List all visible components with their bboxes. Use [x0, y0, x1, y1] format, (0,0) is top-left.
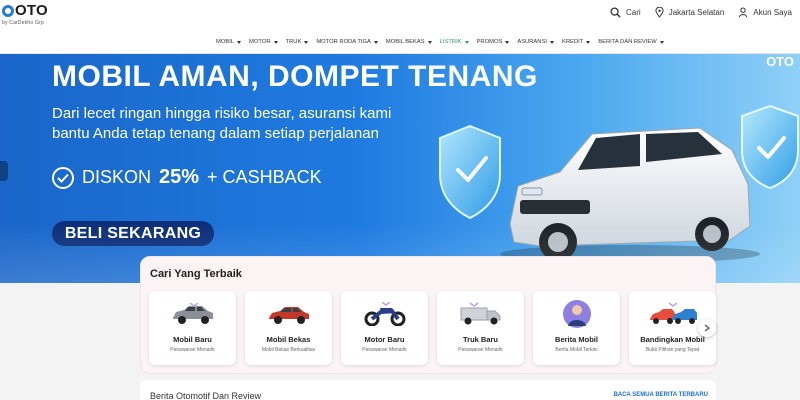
category-card-motor-baru[interactable]: Motor Baru Penawaran Menarik: [341, 291, 428, 365]
top-header: OTO by CarDekho Grp Cari Jakarta Selatan…: [0, 0, 800, 32]
header-actions: Cari Jakarta Selatan Akun Saya: [610, 7, 792, 18]
account-button[interactable]: Akun Saya: [738, 7, 792, 18]
category-name: Berita Mobil: [555, 335, 598, 344]
section-title: Cari Yang Terbaik: [150, 268, 242, 280]
banner-prev-button[interactable]: [0, 161, 8, 181]
category-name: Mobil Bekas: [266, 335, 311, 344]
news-section: Berita Otomotif Dan Review BACA SEMUA BE…: [140, 380, 716, 400]
user-icon: [739, 7, 748, 18]
discount-percent: 25%: [159, 166, 200, 188]
search-label: Cari: [626, 8, 641, 17]
chevron-down-icon: [505, 40, 510, 44]
location-pin-icon: [655, 7, 664, 18]
car-icon: [172, 303, 213, 324]
category-name: Truk Baru: [462, 335, 498, 344]
discount-suffix: + CASHBACK: [207, 167, 322, 187]
shield-icon: [439, 124, 501, 220]
logo-subtext: by CarDekho Grp: [2, 20, 44, 26]
nav-item-berita-dan-review[interactable]: BERITA DAN REVIEW: [598, 39, 664, 45]
buy-now-button[interactable]: BELI SEKARANG: [52, 221, 214, 246]
category-desc: Bukti Pilihan yang Tepat: [645, 347, 700, 353]
used-car-icon: [268, 307, 309, 324]
search-button[interactable]: Cari: [610, 7, 641, 18]
banner-subtitle: Dari lecet ringan hingga risiko besar, a…: [52, 105, 392, 142]
truck-icon: [460, 302, 500, 325]
chevron-down-icon: [373, 40, 378, 44]
nav-item-listrik[interactable]: LISTRIK: [440, 39, 469, 45]
category-name: Mobil Baru: [173, 335, 212, 344]
account-label: Akun Saya: [753, 8, 792, 17]
category-card-truk-baru[interactable]: Truk Baru Penawaran Menarik: [437, 291, 524, 365]
nav-item-asuransi[interactable]: ASURANSI: [517, 39, 554, 45]
category-desc: Penawaran Menarik: [458, 347, 503, 353]
chevron-down-icon: [237, 40, 242, 44]
category-card-berita-mobil[interactable]: Berita Mobil Berita Mobil Terkini: [533, 291, 620, 365]
promo-banner[interactable]: MOBIL AMAN, DOMPET TENANG Dari lecet rin…: [0, 54, 800, 283]
search-icon: [610, 7, 621, 18]
category-cards: Mobil Baru Penawaran Menarik Mobil Bekas…: [149, 291, 716, 365]
banner-title: MOBIL AMAN, DOMPET TENANG: [52, 60, 538, 93]
banner-corner-logo: OTO: [766, 54, 794, 69]
location-selector[interactable]: Jakarta Selatan: [655, 7, 725, 18]
nav-item-truk[interactable]: TRUK: [286, 39, 309, 45]
chevron-down-icon: [427, 40, 432, 44]
car-illustration: [500, 127, 760, 263]
nav-item-mobil[interactable]: MOBIL: [216, 39, 242, 45]
nav-item-promos[interactable]: PROMOS: [477, 39, 510, 45]
cards-next-button[interactable]: [698, 319, 716, 337]
category-desc: Penawaran Menarik: [362, 347, 407, 353]
category-desc: Mobil Bekas Berkualitas: [261, 347, 316, 353]
category-card-mobil-bekas[interactable]: Mobil Bekas Mobil Bekas Berkualitas: [245, 291, 332, 365]
shield-icon: [741, 104, 799, 190]
oto-logo[interactable]: OTO by CarDekho Grp: [2, 2, 62, 28]
nav-item-motor[interactable]: MOTOR: [249, 39, 278, 45]
motorcycle-icon: [364, 302, 405, 326]
location-label: Jakarta Selatan: [668, 8, 725, 17]
chevron-down-icon: [549, 40, 554, 44]
nav-item-kredit[interactable]: KREDIT: [562, 39, 591, 45]
logo-text: OTO: [15, 2, 48, 19]
banner-discount: DISKON 25% + CASHBACK: [52, 166, 322, 189]
logo-ring-icon: [2, 5, 14, 17]
nav-items: MOBIL MOTOR TRUK MOTOR RODA TIGA MOBIL B…: [216, 39, 664, 45]
page: OTO by CarDekho Grp Cari Jakarta Selatan…: [0, 0, 800, 400]
compare-cars-icon: [649, 302, 697, 324]
chevron-down-icon: [464, 40, 469, 44]
category-desc: Berita Mobil Terkini: [555, 347, 598, 353]
news-person-icon: [562, 300, 591, 328]
find-best-section: Cari Yang Terbaik Mobil Baru Penawaran M…: [140, 256, 716, 374]
discount-prefix: DISKON: [82, 167, 152, 187]
category-name: Motor Baru: [364, 335, 405, 344]
chevron-down-icon: [586, 40, 591, 44]
chevron-down-icon: [273, 40, 278, 44]
news-section-title: Berita Otomotif Dan Review: [150, 391, 262, 400]
chevron-down-icon: [659, 40, 664, 44]
category-desc: Penawaran Menarik: [170, 347, 215, 353]
nav-item-motor-roda-tiga[interactable]: MOTOR RODA TIGA: [316, 39, 378, 45]
read-all-news-link[interactable]: BACA SEMUA BERITA TERBARU: [613, 392, 708, 398]
chevron-down-icon: [304, 40, 309, 44]
main-nav: MOBIL MOTOR TRUK MOTOR RODA TIGA MOBIL B…: [0, 32, 800, 54]
chevron-right-icon: [704, 324, 710, 332]
category-card-mobil-baru[interactable]: Mobil Baru Penawaran Menarik: [149, 291, 236, 365]
check-circle-icon: [52, 166, 74, 189]
nav-item-mobil-bekas[interactable]: MOBIL BEKAS: [386, 39, 432, 45]
